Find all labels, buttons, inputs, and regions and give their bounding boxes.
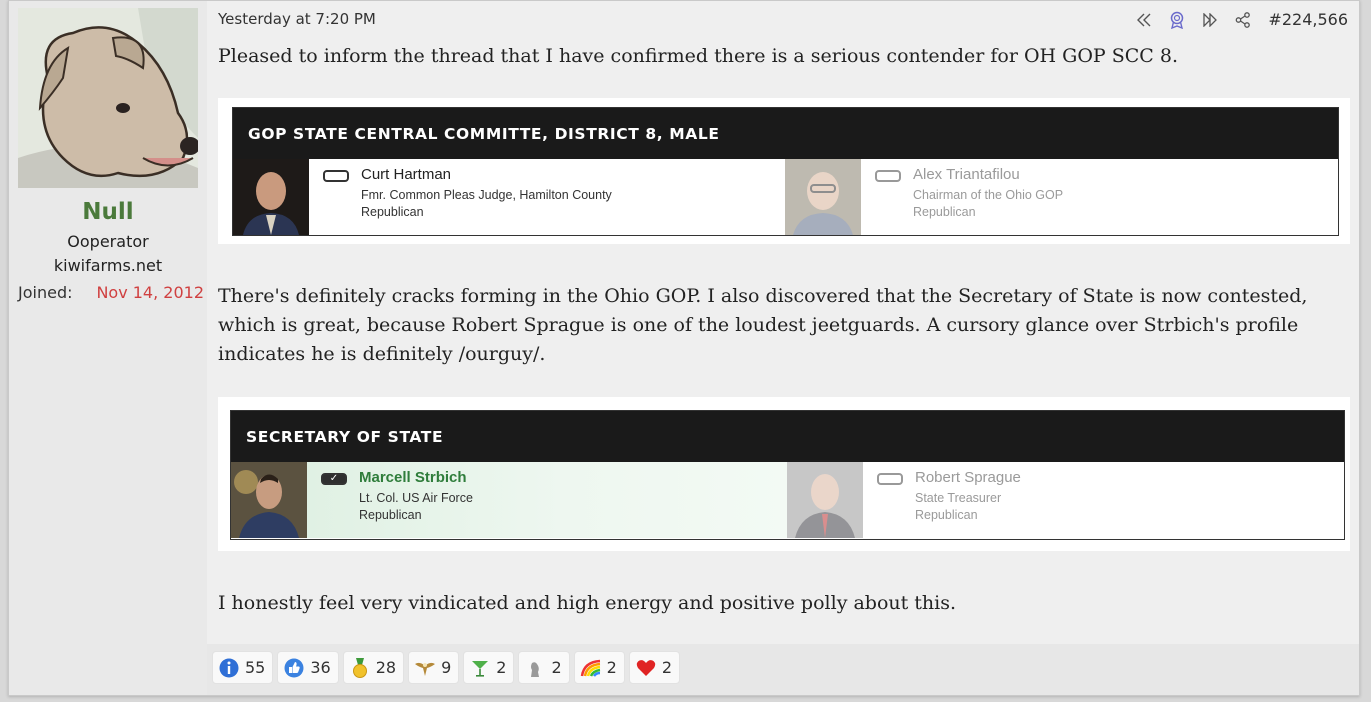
candidate-party: Republican — [359, 508, 422, 522]
reaction-cocktail[interactable]: 2 — [463, 651, 515, 684]
post-container: Null Ooperator kiwifarms.net Joined: Nov… — [8, 0, 1360, 696]
candidate-party: Republican — [913, 205, 976, 219]
post-header: Yesterday at 7:20 PM #224,566 — [218, 10, 1348, 32]
reaction-count: 2 — [606, 658, 617, 677]
ballot-heading: GOP STATE CENTRAL COMMITTE, DISTRICT 8, … — [233, 108, 1338, 159]
candidate-description: Chairman of the Ohio GOP — [913, 188, 1064, 202]
user-site: kiwifarms.net — [53, 256, 163, 275]
reaction-count: 2 — [496, 658, 507, 677]
ballot-card-2: SECRETARY OF STATE ✓ Marcell Strbich Lt.… — [230, 410, 1345, 540]
candidate-photo — [787, 462, 863, 538]
ballot-checkbox — [875, 170, 901, 182]
chess-piece-icon — [524, 657, 546, 679]
user-sidebar: Null Ooperator kiwifarms.net Joined: Nov… — [9, 1, 207, 695]
eagle-emblem-icon — [414, 657, 436, 679]
post-paragraph-3: I honestly feel very vindicated and high… — [218, 592, 957, 614]
ballot-heading: SECRETARY OF STATE — [231, 411, 1344, 462]
like-icon — [283, 657, 305, 679]
reaction-count: 2 — [661, 658, 673, 677]
post-body: Yesterday at 7:20 PM #224,566 Pleased to… — [207, 1, 1359, 695]
candidate-row: Alex Triantafilou Chairman of the Ohio G… — [785, 159, 1337, 235]
cocktail-icon — [469, 657, 491, 679]
reaction-like[interactable]: 36 — [277, 651, 339, 684]
candidate-name: Robert Sprague — [915, 469, 1021, 486]
candidate-photo — [785, 159, 861, 235]
next-post-icon[interactable] — [1201, 11, 1219, 29]
reaction-informative[interactable]: 55 — [212, 651, 274, 684]
avatar[interactable] — [18, 8, 198, 188]
informative-icon — [218, 657, 240, 679]
post-paragraph-1: Pleased to inform the thread that I have… — [218, 45, 1179, 67]
candidate-party: Republican — [915, 508, 978, 522]
post-number-link[interactable]: #224,566 — [1268, 10, 1348, 29]
username[interactable]: Null — [9, 199, 207, 225]
reaction-rainbow[interactable]: 2 — [573, 651, 625, 684]
joined-date: Nov 14, 2012 — [96, 283, 204, 302]
ballot-image-2[interactable]: SECRETARY OF STATE ✓ Marcell Strbich Lt.… — [218, 397, 1350, 551]
ballot-image-1[interactable]: GOP STATE CENTRAL COMMITTE, DISTRICT 8, … — [218, 98, 1350, 244]
reaction-count: 55 — [245, 658, 266, 677]
reactions-list: 55 36 28 9 2 2 2 2 — [212, 651, 681, 684]
dog-avatar-image — [18, 8, 198, 188]
post-date[interactable]: Yesterday at 7:20 PM — [218, 10, 376, 28]
candidate-row: Curt Hartman Fmr. Common Pleas Judge, Ha… — [233, 159, 785, 235]
candidate-description: Lt. Col. US Air Force — [359, 491, 473, 505]
candidate-name: Curt Hartman — [361, 166, 452, 183]
winner-medal-icon — [349, 657, 371, 679]
candidate-row: Robert Sprague State Treasurer Republica… — [787, 462, 1344, 538]
rainbow-icon — [580, 657, 602, 679]
candidate-photo — [233, 159, 309, 235]
reaction-eagle[interactable]: 9 — [408, 651, 460, 684]
ballot-checkbox — [323, 170, 349, 182]
candidate-description: Fmr. Common Pleas Judge, Hamilton County — [361, 188, 612, 202]
first-unread-icon[interactable] — [1135, 11, 1153, 29]
share-icon[interactable] — [1234, 11, 1252, 29]
reaction-chess[interactable]: 2 — [518, 651, 570, 684]
reaction-count: 36 — [310, 658, 331, 677]
award-ribbon-icon[interactable] — [1168, 11, 1186, 29]
candidate-name: Alex Triantafilou — [913, 166, 1020, 183]
reaction-count: 28 — [375, 658, 397, 677]
candidate-party: Republican — [361, 205, 424, 219]
ballot-card-1: GOP STATE CENTRAL COMMITTE, DISTRICT 8, … — [232, 107, 1339, 236]
candidate-photo — [231, 462, 307, 538]
candidate-name: Marcell Strbich — [359, 469, 467, 486]
reaction-count: 2 — [551, 658, 562, 677]
heart-icon — [635, 657, 657, 679]
post-actions: #224,566 — [1120, 10, 1348, 29]
reaction-count: 9 — [441, 658, 452, 677]
joined-label: Joined: — [18, 283, 73, 302]
reaction-heart[interactable]: 2 — [628, 651, 681, 684]
reaction-winner[interactable]: 28 — [342, 651, 405, 684]
candidate-description: State Treasurer — [915, 491, 1002, 505]
user-title: Ooperator — [67, 232, 149, 251]
post-paragraph-2: There's definitely cracks forming in the… — [218, 285, 1308, 365]
ballot-checkbox — [877, 473, 903, 485]
candidate-row-selected: ✓ Marcell Strbich Lt. Col. US Air Force … — [231, 462, 787, 538]
ballot-checkbox-checked: ✓ — [321, 473, 347, 485]
